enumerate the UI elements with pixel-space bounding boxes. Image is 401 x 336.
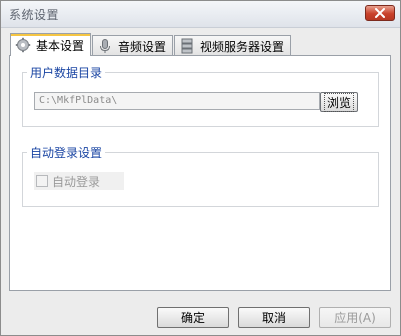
cancel-button[interactable]: 取消 <box>238 307 310 328</box>
gear-icon <box>15 37 31 53</box>
microphone-icon <box>100 39 111 53</box>
browse-button[interactable]: 浏览 <box>320 92 358 112</box>
tab-basic-settings[interactable]: 基本设置 <box>10 33 92 56</box>
settings-dialog: 系统设置 基本设置 音频设置 视频服务器设置 用户数据目录 C:\MkfPlDa… <box>0 0 401 336</box>
tab-video-server-settings[interactable]: 视频服务器设置 <box>174 35 292 56</box>
apply-button[interactable]: 应用(A) <box>319 307 391 328</box>
tab-audio-settings[interactable]: 音频设置 <box>92 35 174 56</box>
browse-button-label: 浏览 <box>323 92 354 112</box>
close-button[interactable] <box>365 5 395 21</box>
server-icon <box>181 38 193 54</box>
auto-login-checkbox[interactable] <box>36 175 48 187</box>
tab-panel-basic-settings: 用户数据目录 C:\MkfPlData\ 浏览 自动登录设置 自动登录 <box>9 55 391 291</box>
tab-bar: 基本设置 音频设置 视频服务器设置 <box>10 33 292 56</box>
tab-label: 音频设置 <box>118 39 167 54</box>
group-title: 自动登录设置 <box>27 144 106 161</box>
title-bar[interactable]: 系统设置 <box>1 1 400 28</box>
group-title: 用户数据目录 <box>27 64 106 81</box>
tab-label: 基本设置 <box>36 38 85 53</box>
ok-button[interactable]: 确定 <box>157 307 229 328</box>
window-title: 系统设置 <box>9 8 60 22</box>
auto-login-label: 自动登录 <box>52 174 101 189</box>
close-icon <box>375 8 385 18</box>
auto-login-option[interactable]: 自动登录 <box>34 172 124 190</box>
data-directory-field[interactable]: C:\MkfPlData\ <box>34 92 320 110</box>
tab-label: 视频服务器设置 <box>200 39 285 54</box>
